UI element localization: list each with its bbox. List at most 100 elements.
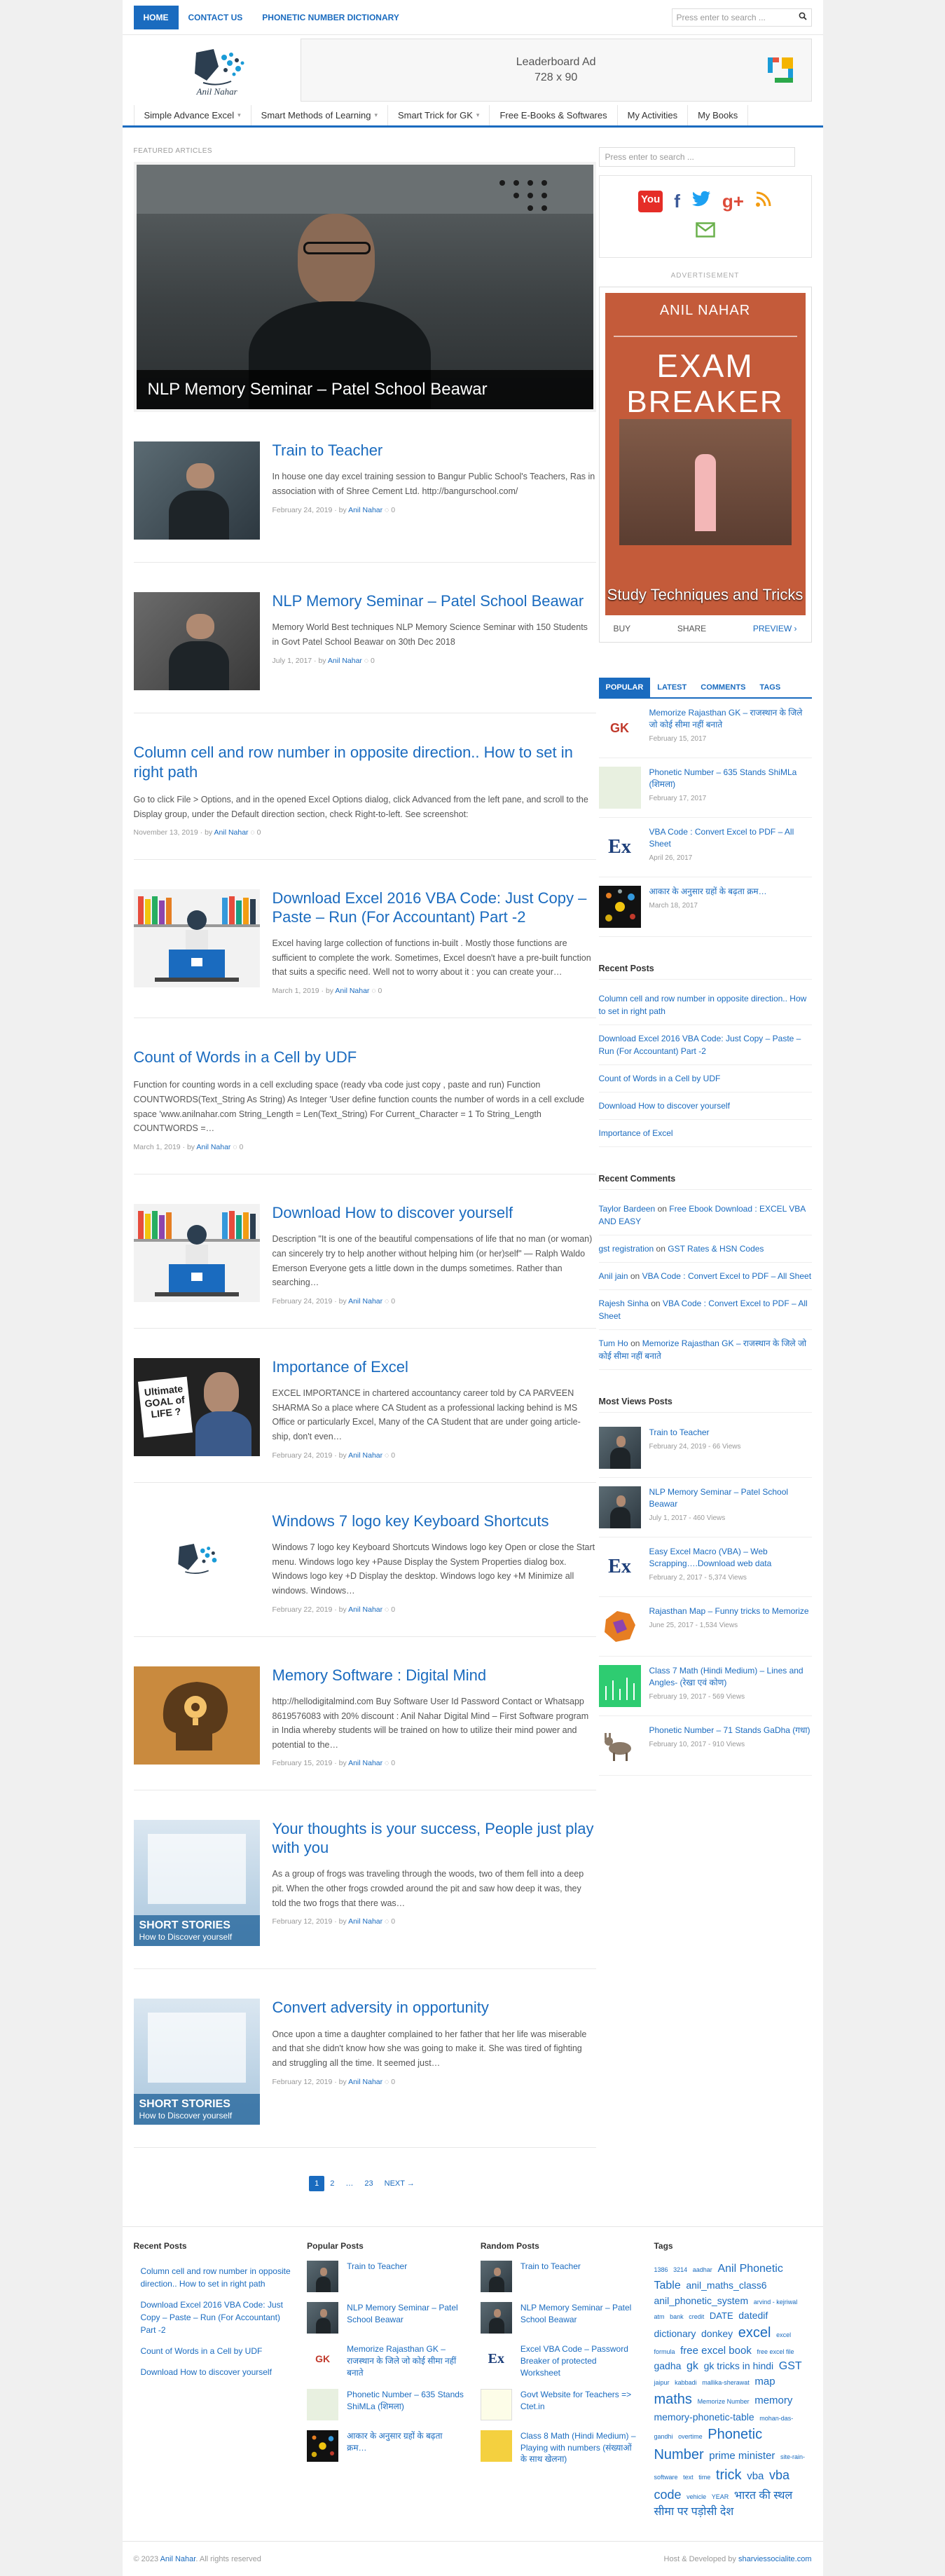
post-author[interactable]: Anil Nahar bbox=[348, 1605, 382, 1614]
tag-link[interactable]: bank bbox=[670, 2313, 684, 2320]
post-thumbnail[interactable] bbox=[133, 592, 260, 690]
leaderboard-ad[interactable]: Leaderboard Ad 728 x 90 bbox=[300, 39, 812, 102]
tag-link[interactable]: mallika-sherawat bbox=[702, 2379, 750, 2386]
post-thumbnail[interactable] bbox=[133, 1203, 260, 1302]
post-author[interactable]: Anil Nahar bbox=[196, 1143, 230, 1151]
most-viewed-link[interactable]: Easy Excel Macro (VBA) – Web Scrapping….… bbox=[649, 1546, 812, 1570]
tag-link[interactable]: free excel book bbox=[680, 2345, 752, 2357]
comment-count[interactable]: 0 bbox=[240, 1143, 244, 1151]
most-viewed-thumb[interactable]: Ex bbox=[598, 1546, 641, 1588]
footer-popular-link[interactable]: NLP Memory Seminar – Patel School Beawar bbox=[347, 2302, 464, 2326]
tag-link[interactable]: credit bbox=[689, 2313, 704, 2320]
post-title[interactable]: Column cell and row number in opposite d… bbox=[134, 743, 596, 781]
post-title[interactable]: Download Excel 2016 VBA Code: Just Copy … bbox=[273, 889, 596, 926]
most-viewed-thumb[interactable] bbox=[598, 1605, 641, 1647]
post-title[interactable]: Train to Teacher bbox=[273, 441, 596, 460]
most-viewed-link[interactable]: Rajasthan Map – Funny tricks to Memorize bbox=[649, 1605, 809, 1617]
tag-link[interactable]: donkey bbox=[701, 2328, 733, 2339]
footer-recent-link[interactable]: Download How to discover yourself bbox=[141, 2367, 272, 2377]
top-search-input[interactable]: Press enter to search ... bbox=[671, 8, 812, 27]
footer-popular-link[interactable]: Train to Teacher bbox=[347, 2261, 407, 2273]
google-plus-icon[interactable]: g+ bbox=[722, 191, 744, 212]
post-thumbnail[interactable] bbox=[133, 889, 260, 988]
youtube-icon[interactable]: You bbox=[638, 191, 663, 212]
comment-author[interactable]: Taylor Bardeen bbox=[599, 1204, 656, 1214]
post-author[interactable]: Anil Nahar bbox=[348, 2078, 382, 2086]
comment-count[interactable]: 0 bbox=[391, 506, 395, 514]
top-nav-contact[interactable]: CONTACT US bbox=[179, 6, 253, 29]
page-1[interactable]: 1 bbox=[309, 2176, 325, 2192]
tag-link[interactable]: DATE bbox=[710, 2310, 733, 2321]
tag-link[interactable]: atm bbox=[654, 2313, 664, 2320]
tag-link[interactable]: map bbox=[754, 2376, 775, 2387]
comment-author[interactable]: Rajesh Sinha bbox=[599, 1299, 649, 1308]
page-23[interactable]: 23 bbox=[359, 2176, 378, 2191]
post-author[interactable]: Anil Nahar bbox=[214, 828, 249, 837]
featured-caption[interactable]: NLP Memory Seminar – Patel School Beawar bbox=[136, 370, 593, 409]
footer-popular-link[interactable]: आकार के अनुसार ग्रहों के बढ़ता क्रम… bbox=[347, 2430, 464, 2454]
nav-free-ebooks[interactable]: Free E-Books & Softwares bbox=[490, 105, 618, 125]
footer-thumb[interactable] bbox=[307, 2302, 339, 2334]
tab-latest[interactable]: LATEST bbox=[650, 678, 694, 697]
post-author[interactable]: Anil Nahar bbox=[335, 987, 369, 995]
site-logo[interactable]: Anil Nahar bbox=[134, 42, 301, 98]
post-thumbnail[interactable] bbox=[133, 1512, 260, 1610]
footer-thumb[interactable] bbox=[480, 2388, 512, 2420]
page-2[interactable]: 2 bbox=[324, 2176, 340, 2191]
most-viewed-link[interactable]: Phonetic Number – 71 Stands GaDha (गधा) bbox=[649, 1725, 811, 1736]
most-viewed-link[interactable]: Class 7 Math (Hindi Medium) – Lines and … bbox=[649, 1665, 812, 1689]
recent-post-link[interactable]: Download Excel 2016 VBA Code: Just Copy … bbox=[599, 1034, 801, 1056]
most-viewed-thumb[interactable] bbox=[598, 1486, 641, 1528]
comment-count[interactable]: 0 bbox=[391, 2078, 395, 2086]
post-title[interactable]: Convert adversity in opportunity bbox=[273, 1999, 596, 2017]
popular-title[interactable]: Phonetic Number – 635 Stands ShiMLa (शिम… bbox=[649, 767, 812, 790]
tag-link[interactable]: maths bbox=[654, 2392, 691, 2407]
tag-link[interactable]: gadha bbox=[654, 2360, 681, 2371]
comment-author[interactable]: gst registration bbox=[599, 1244, 654, 1254]
post-thumbnail[interactable] bbox=[133, 1666, 260, 1765]
email-icon[interactable] bbox=[695, 221, 715, 242]
tag-link[interactable]: YEAR bbox=[712, 2493, 729, 2500]
footer-thumb[interactable]: Ex bbox=[480, 2343, 512, 2376]
footer-random-link[interactable]: NLP Memory Seminar – Patel School Beawar bbox=[520, 2302, 638, 2326]
tag-link[interactable]: memory-phonetic-table bbox=[654, 2411, 754, 2423]
footer-popular-link[interactable]: Phonetic Number – 635 Stands ShiMLa (शिम… bbox=[347, 2389, 464, 2413]
tag-link[interactable]: overtime bbox=[678, 2433, 703, 2440]
tag-link[interactable]: dictionary bbox=[654, 2328, 696, 2339]
post-thumbnail[interactable]: SHORT STORIES How to Discover yourself bbox=[133, 1820, 260, 1947]
tag-link[interactable]: memory bbox=[754, 2395, 792, 2406]
tab-tags[interactable]: TAGS bbox=[752, 678, 787, 697]
search-icon[interactable] bbox=[799, 12, 807, 22]
tag-link[interactable]: arvind - kejriwal bbox=[754, 2298, 798, 2306]
footer-random-link[interactable]: Govt Website for Teachers => Ctet.in bbox=[520, 2389, 638, 2413]
tag-link[interactable]: anil_phonetic_system bbox=[654, 2295, 748, 2306]
footer-thumb[interactable] bbox=[480, 2302, 512, 2334]
tag-link[interactable]: gk tricks in hindi bbox=[704, 2360, 774, 2371]
post-title[interactable]: Your thoughts is your success, People ju… bbox=[273, 1820, 596, 1857]
comment-author[interactable]: Tum Ho bbox=[599, 1338, 628, 1348]
most-viewed-thumb[interactable] bbox=[598, 1725, 641, 1767]
recent-post-link[interactable]: Importance of Excel bbox=[599, 1128, 673, 1138]
sidebar-search-input[interactable]: Press enter to search ... bbox=[598, 147, 795, 167]
post-author[interactable]: Anil Nahar bbox=[328, 657, 362, 665]
tag-link[interactable]: jaipur bbox=[654, 2379, 669, 2386]
post-author[interactable]: Anil Nahar bbox=[348, 1917, 382, 1926]
popular-thumb[interactable] bbox=[598, 767, 641, 809]
post-author[interactable]: Anil Nahar bbox=[348, 506, 382, 514]
popular-thumb[interactable]: GK bbox=[598, 707, 641, 749]
nav-my-books[interactable]: My Books bbox=[688, 105, 749, 125]
footer-thumb[interactable] bbox=[307, 2430, 339, 2462]
developer-link[interactable]: sharviessocialite.com bbox=[738, 2555, 812, 2563]
tag-link[interactable]: prime minister bbox=[709, 2450, 775, 2462]
post-title[interactable]: Memory Software : Digital Mind bbox=[273, 1666, 596, 1685]
top-nav-home[interactable]: HOME bbox=[133, 5, 179, 29]
comment-count[interactable]: 0 bbox=[257, 828, 261, 837]
rss-icon[interactable] bbox=[755, 191, 772, 212]
footer-random-link[interactable]: Excel VBA Code – Password Breaker of pro… bbox=[520, 2343, 638, 2378]
post-title[interactable]: Count of Words in a Cell by UDF bbox=[134, 1048, 596, 1067]
twitter-icon[interactable] bbox=[691, 191, 711, 212]
post-author[interactable]: Anil Nahar bbox=[348, 1759, 382, 1767]
nav-simple-advance-excel[interactable]: Simple Advance Excel ▾ bbox=[133, 105, 251, 125]
tag-link[interactable]: anil_maths_class6 bbox=[686, 2280, 766, 2291]
comment-post-link[interactable]: Memorize Rajasthan GK – राजस्थान के जिले… bbox=[599, 1338, 807, 1361]
